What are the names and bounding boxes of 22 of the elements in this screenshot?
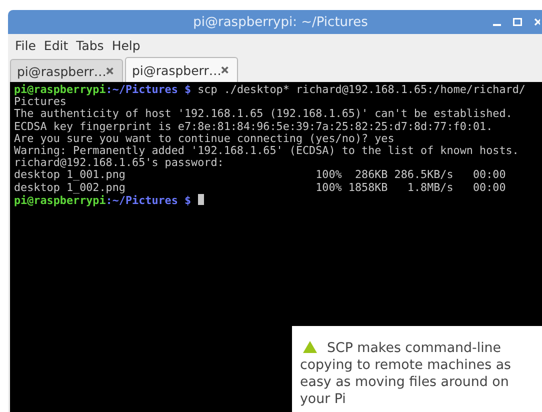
menu-item[interactable]: Edit: [44, 38, 68, 52]
output-line: desktop 1_002.png 100% 1858KB 1.8MB/s 00:00: [14, 182, 507, 194]
output-line: Are you sure you want to continue connecting (yes/no)? yes: [14, 132, 396, 146]
caption-text: SCP makes command-line copying to remote machines as easy as moving files around on your Pi: [300, 340, 512, 408]
output-line: Warning: Permanently added '192.168.1.65' (ECDSA) to the list of known hosts.: [14, 145, 520, 158]
prompt-line: pi@raspberrypi:~/Pictures $: [14, 194, 542, 208]
output-line: The authenticity of host '192.168.1.65 (192.168.1.65)' can't be established.: [14, 108, 514, 121]
window-title: pi@raspberrypi: ~/Pictures: [193, 14, 368, 30]
menu-item[interactable]: File: [15, 38, 36, 52]
close-icon[interactable]: [106, 67, 114, 75]
output-line: Pictures: [14, 96, 66, 108]
output-line: richard@192.168.1.65's password:: [14, 157, 225, 170]
triangle-icon: [303, 341, 317, 353]
menu-item[interactable]: Help: [112, 38, 140, 52]
prompt-line: pi@raspberrypi:~/Pictures $ scp ./desktop* richard@192.168.1.65:/home/richard/: [14, 84, 526, 96]
output-line: ECDSA key fingerprint is e7:8e:81:84:96:5e:39:7a:25:82:25:d7:8d:77:f0:01.: [14, 120, 494, 133]
terminal-tab[interactable]: pi@raspberr…: [10, 59, 123, 82]
maximize-icon[interactable]: [513, 18, 522, 26]
terminal-tab[interactable]: pi@raspberr…: [125, 57, 238, 82]
menu-item[interactable]: Tabs: [76, 38, 104, 52]
close-icon[interactable]: [221, 66, 229, 74]
output-line: desktop 1_001.png 100% 286KB 286.5KB/s 00:00: [14, 169, 507, 182]
